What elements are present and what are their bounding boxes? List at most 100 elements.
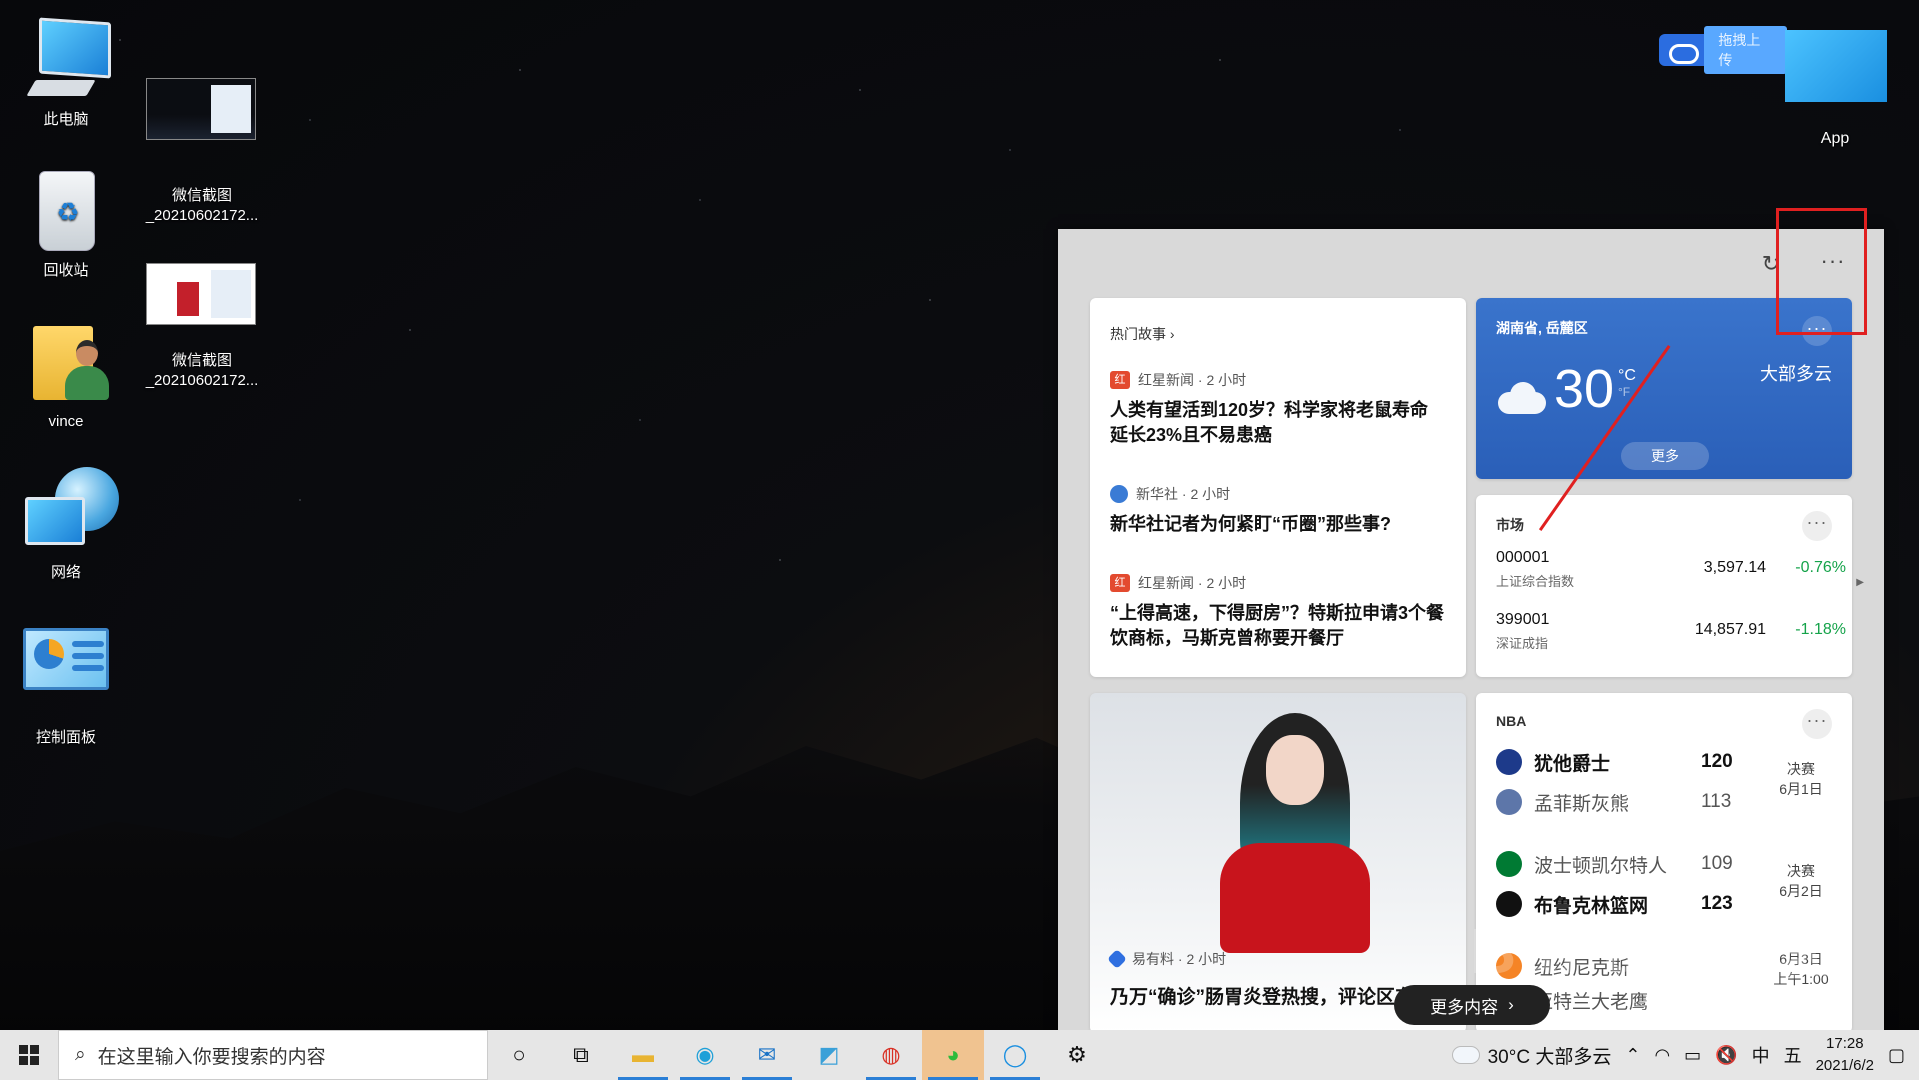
hongxing-logo-icon: 红 xyxy=(1110,371,1130,389)
battery-icon[interactable]: ▭ xyxy=(1684,1045,1701,1066)
game-status: 决赛 6月1日 xyxy=(1766,759,1836,799)
story-title[interactable]: 新华社记者为何紧盯“币圈”那些事? xyxy=(1110,512,1446,537)
more-content-label: 更多内容 xyxy=(1430,997,1499,1017)
taskbar-weather[interactable]: 30°C 大部多云 xyxy=(1448,1041,1612,1069)
market-row[interactable]: 399001 深证成指 14,857.91 -1.18% xyxy=(1496,603,1846,659)
clock-date: 2021/6/2 xyxy=(1815,1057,1874,1074)
chevron-right-icon: › xyxy=(1508,995,1514,1014)
mail-icon[interactable]: ✉ xyxy=(736,1030,798,1080)
wifi-icon[interactable]: ◠ xyxy=(1654,1045,1670,1066)
nba-more-icon[interactable]: ··· xyxy=(1802,709,1832,739)
app-tile-icon[interactable] xyxy=(1785,30,1887,102)
game-date: 6月2日 xyxy=(1779,883,1823,899)
settings-gear-icon[interactable]: ⚙ xyxy=(1046,1030,1108,1080)
grizzlies-logo-icon xyxy=(1496,789,1522,815)
user-folder-icon xyxy=(21,316,111,406)
desktop-icon-this-pc[interactable]: 此电脑 xyxy=(6,14,126,130)
chevron-up-icon[interactable]: ⌃ xyxy=(1625,1045,1640,1066)
stock-value: 3,597.14 xyxy=(1703,559,1766,576)
search-placeholder: 在这里输入你要搜索的内容 xyxy=(97,1046,326,1068)
status-label: 决赛 xyxy=(1787,761,1815,777)
story-item[interactable]: 红红星新闻 · 2 小时 人类有望活到120岁？科学家将老鼠寿命延长23%且不易… xyxy=(1110,370,1446,448)
desktop-icon-label: 控制面板 xyxy=(35,729,96,746)
desktop-icon-user-folder[interactable]: vince xyxy=(6,316,126,432)
stock-change: -1.18% xyxy=(1795,621,1846,638)
taskbar-weather-text: 30°C 大部多云 xyxy=(1487,1046,1612,1068)
app-shortcut-icon[interactable]: ◩ xyxy=(798,1030,860,1080)
start-button[interactable] xyxy=(0,1030,58,1080)
edge-browser-icon[interactable]: ◉ xyxy=(674,1030,736,1080)
story-item[interactable]: 红红星新闻 · 2 小时 “上得高速，下得厨房”？特斯拉申请3个餐饮商标，马斯克… xyxy=(1110,573,1446,651)
baidu-cloud-icon xyxy=(1667,40,1700,64)
unit-celsius[interactable]: °C xyxy=(1618,367,1636,384)
windows-logo-icon xyxy=(19,1045,39,1065)
news-panel-header: ↻ ··· xyxy=(1058,229,1884,299)
desktop-icon-screenshot-2[interactable]: 微信截图 _20210602172... xyxy=(142,235,262,411)
team-row: 犹他爵士 120 xyxy=(1496,745,1756,779)
stock-name: 上证综合指数 xyxy=(1496,574,1575,589)
game-row[interactable]: 犹他爵士 120 孟菲斯灰熊 113 决赛 6月1日 xyxy=(1496,745,1832,843)
image-file-icon xyxy=(142,255,262,325)
status-label: 决赛 xyxy=(1787,863,1815,879)
drag-upload-widget[interactable]: 拖拽上传 xyxy=(1659,26,1787,74)
desktop-icon-screenshot-1[interactable]: 微信截图 _20210602172... xyxy=(142,50,262,246)
market-row[interactable]: 000001 上证综合指数 3,597.14 -0.76% xyxy=(1496,541,1846,597)
desktop-icon-label: 网络 xyxy=(50,564,81,581)
desktop-icon-label: 回收站 xyxy=(43,262,89,279)
baidu-watermark: Bai du 经验 xyxy=(1470,915,1848,987)
market-card: 市场 ··· 000001 上证综合指数 3,597.14 -0.76% 399… xyxy=(1476,495,1864,677)
stock-code: 000001 xyxy=(1496,549,1550,566)
desktop-icon-label: 微信截图 _20210602172... xyxy=(145,352,259,389)
partly-cloudy-icon xyxy=(1448,1041,1480,1064)
computer-icon xyxy=(21,14,111,104)
taskbar-clock[interactable]: 17:28 2021/6/2 xyxy=(1816,1033,1874,1077)
control-panel-icon xyxy=(21,618,111,708)
celtics-logo-icon xyxy=(1496,851,1522,877)
chrome-browser-icon[interactable]: ◍ xyxy=(860,1030,922,1080)
ime-mode[interactable]: 中 xyxy=(1752,1042,1770,1068)
recycle-bin-icon: ♻ xyxy=(21,165,111,255)
task-view-icon[interactable]: ⧉ xyxy=(550,1030,612,1080)
image-story-card[interactable]: 易有料 · 2 小时 乃万“确诊”肠胃炎登热搜，评论区东” xyxy=(1090,693,1466,1033)
team-name: 孟菲斯灰熊 xyxy=(1534,793,1630,815)
hongxing-logo-icon: 红 xyxy=(1110,574,1130,592)
team-score: 120 xyxy=(1701,751,1733,772)
stock-value: 14,857.91 xyxy=(1694,621,1766,638)
taskbar-search-box[interactable]: ⌕ 在这里输入你要搜索的内容 xyxy=(58,1030,488,1080)
team-score: 109 xyxy=(1701,853,1733,874)
weather-more-button[interactable]: 更多 xyxy=(1621,442,1709,470)
next-arrow-icon[interactable]: ▶ xyxy=(1856,577,1864,588)
volume-muted-icon[interactable]: 🔇 xyxy=(1715,1045,1737,1066)
ime-input-method[interactable]: 五 xyxy=(1784,1042,1802,1068)
search-icon: ⌕ xyxy=(75,1044,86,1065)
team-row: 波士顿凯尔特人 109 xyxy=(1496,847,1756,881)
cortana-icon[interactable]: ○ xyxy=(488,1030,550,1080)
notification-icon[interactable]: ▢ xyxy=(1888,1045,1905,1066)
weather-temperature: 30 xyxy=(1554,359,1615,419)
wechat-icon[interactable]: ◕ xyxy=(922,1030,984,1080)
weather-condition: 大部多云 xyxy=(1760,364,1832,384)
app-label: App xyxy=(1820,130,1850,147)
top-stories-header[interactable]: 热门故事 › xyxy=(1110,324,1446,344)
desktop-icon-recycle-bin[interactable]: ♻ 回收站 xyxy=(6,165,126,281)
story-title[interactable]: “上得高速，下得厨房”？特斯拉申请3个餐饮商标，马斯克曾称要开餐厅 xyxy=(1110,601,1446,651)
market-more-icon[interactable]: ··· xyxy=(1802,511,1832,541)
desktop-icon-network[interactable]: 网络 xyxy=(6,467,126,583)
taskbar: ⌕ 在这里输入你要搜索的内容 ○ ⧉ ▬ ◉ ✉ ◩ ◍ ◕ ◯ ⚙ 30°C … xyxy=(0,1030,1919,1080)
upload-button[interactable]: 拖拽上传 xyxy=(1704,26,1787,74)
stock-code: 399001 xyxy=(1496,611,1550,628)
stock-change: -0.76% xyxy=(1795,559,1846,576)
story-title[interactable]: 人类有望活到120岁？科学家将老鼠寿命延长23%且不易患癌 xyxy=(1110,398,1446,448)
jazz-logo-icon xyxy=(1496,749,1522,775)
file-explorer-icon[interactable]: ▬ xyxy=(612,1030,674,1080)
desktop-icon-label: vince xyxy=(48,413,84,430)
xinhua-logo-icon xyxy=(1110,485,1128,503)
search-app-icon[interactable]: ◯ xyxy=(984,1030,1046,1080)
cloudy-icon xyxy=(1498,382,1546,414)
top-stories-card: 热门故事 › 红红星新闻 · 2 小时 人类有望活到120岁？科学家将老鼠寿命延… xyxy=(1090,298,1466,677)
desktop-icon-label: 微信截图 _20210602172... xyxy=(145,187,259,224)
network-icon xyxy=(21,467,119,557)
story-item[interactable]: 新华社 · 2 小时 新华社记者为何紧盯“币圈”那些事? xyxy=(1110,484,1446,537)
desktop-icon-control-panel[interactable]: 控制面板 xyxy=(6,618,126,748)
story-source: 新华社 · 2 小时 xyxy=(1136,486,1231,502)
